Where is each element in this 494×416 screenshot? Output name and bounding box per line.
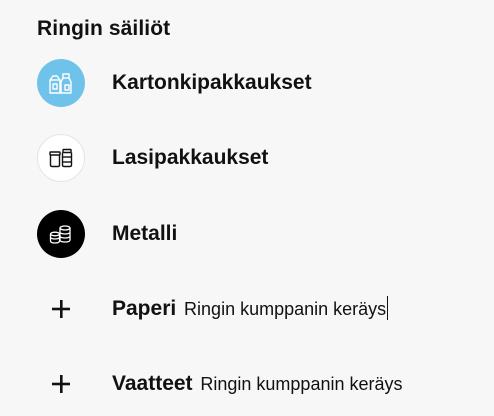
text-cursor <box>387 296 389 320</box>
container-item-carton[interactable]: Kartonkipakkaukset <box>37 58 312 108</box>
container-item-metal[interactable]: Metalli <box>37 209 177 259</box>
container-item-paper[interactable]: Paperi Ringin kumppanin keräys <box>37 284 389 334</box>
item-sublabel: Ringin kumppanin keräys <box>184 299 387 319</box>
item-label: Paperi <box>112 297 177 320</box>
section-title: Ringin säiliöt <box>37 17 171 40</box>
item-label: Kartonkipakkaukset <box>112 71 312 94</box>
item-sublabel: Ringin kumppanin keräys <box>200 374 403 394</box>
item-label: Metalli <box>112 222 178 245</box>
item-label: Vaatteet <box>112 372 193 395</box>
container-item-clothes[interactable]: Vaatteet Ringin kumppanin keräys <box>37 359 403 409</box>
plus-icon[interactable] <box>37 285 85 333</box>
plus-icon[interactable] <box>37 360 85 408</box>
container-item-glass[interactable]: Lasipakkaukset <box>37 133 268 183</box>
metal-cans-icon <box>37 210 85 258</box>
carton-icon <box>37 59 85 107</box>
glass-jars-icon <box>37 134 85 182</box>
item-label: Lasipakkaukset <box>112 146 269 169</box>
container-list-panel: Ringin säiliöt Kartonkipakkaukset Lasipa… <box>0 0 494 416</box>
